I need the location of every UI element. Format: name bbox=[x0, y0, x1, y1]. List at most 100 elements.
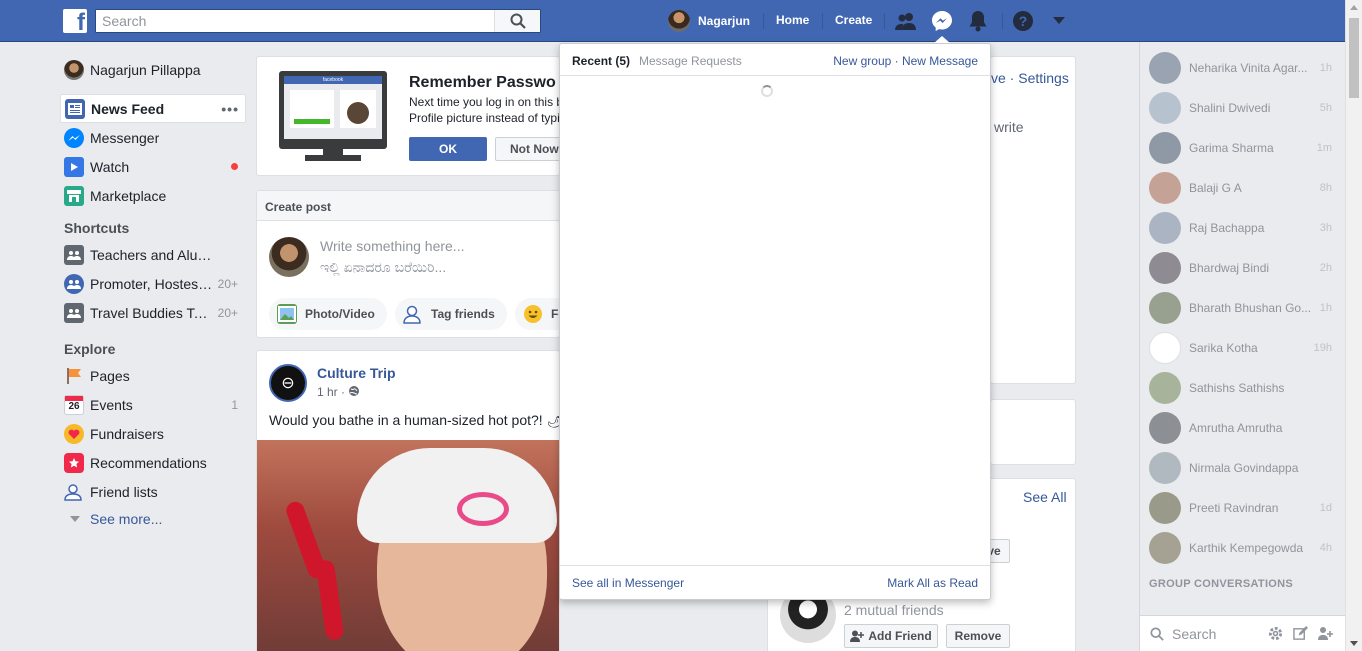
chat-contact[interactable]: Karthik Kempegowda 4h bbox=[1149, 532, 1345, 564]
add-friend-button[interactable]: Add Friend bbox=[844, 624, 938, 648]
sidebar-item-watch[interactable]: Watch bbox=[60, 152, 246, 181]
group-icon bbox=[64, 244, 84, 265]
see-more-link[interactable]: See more... bbox=[60, 506, 246, 532]
chat-search-input[interactable]: Search bbox=[1150, 626, 1216, 642]
right-column-card bbox=[990, 399, 1076, 465]
contact-name: Sathishs Sathishs bbox=[1189, 381, 1285, 395]
more-options-icon[interactable]: ••• bbox=[221, 101, 239, 117]
sidebar-item-label: Events bbox=[90, 396, 133, 413]
sidebar-item-friend-lists[interactable]: Friend lists bbox=[60, 477, 246, 506]
contact-name: Bhardwaj Bindi bbox=[1189, 261, 1270, 275]
tag-friends-button[interactable]: Tag friends bbox=[395, 298, 507, 330]
sidebar-item-shortcut[interactable]: Travel Buddies Talk... 20+ bbox=[60, 298, 246, 327]
facebook-logo-icon[interactable]: f bbox=[63, 9, 87, 33]
post-image[interactable] bbox=[257, 440, 559, 651]
gear-icon[interactable] bbox=[1268, 626, 1283, 641]
sidebar-item-news-feed[interactable]: News Feed ••• bbox=[60, 94, 246, 123]
nav-divider bbox=[763, 13, 764, 29]
profile-link[interactable]: Nagarjun bbox=[668, 10, 750, 32]
sidebar-item-label: Recommendations bbox=[90, 454, 207, 471]
chat-contact[interactable]: Shalini Dwivedi 5h bbox=[1149, 92, 1345, 124]
create-post-header: Create post bbox=[257, 191, 559, 221]
ok-button[interactable]: OK bbox=[409, 137, 487, 161]
contact-name: Garima Sharma bbox=[1189, 141, 1274, 155]
avatar bbox=[1149, 412, 1181, 444]
tab-message-requests[interactable]: Message Requests bbox=[639, 54, 742, 68]
mark-all-as-read-link[interactable]: Mark All as Read bbox=[887, 576, 978, 590]
sidebar-item-label: Promoter, Hostess... bbox=[90, 275, 214, 292]
post-composer-input[interactable]: Write something here... ಇಲ್ಲಿ ಏನಾದರೂ ಬರೆ… bbox=[320, 236, 464, 278]
remove-button[interactable]: Remove bbox=[946, 624, 1010, 648]
post-body-text: Would you bathe in a human-sized hot pot… bbox=[269, 412, 560, 428]
chat-contact[interactable]: Garima Sharma 1m bbox=[1149, 132, 1345, 164]
sidebar-item-fundraisers[interactable]: Fundraisers bbox=[60, 419, 246, 448]
last-active-time: 1h bbox=[1319, 302, 1332, 314]
new-message-compose-icon[interactable] bbox=[1293, 626, 1308, 641]
sidebar-item-label: Friend lists bbox=[90, 483, 158, 500]
messenger-icon[interactable] bbox=[930, 9, 954, 33]
last-active-time: 1d bbox=[1319, 502, 1332, 514]
avatar bbox=[1149, 52, 1181, 84]
notifications-bell-icon[interactable] bbox=[966, 9, 990, 33]
sidebar-item-marketplace[interactable]: Marketplace bbox=[60, 181, 246, 210]
sidebar-item-recommendations[interactable]: Recommendations bbox=[60, 448, 246, 477]
post-time-text: 1 hr · bbox=[317, 385, 349, 399]
post-timestamp[interactable]: 1 hr · bbox=[317, 385, 360, 399]
unread-count: 1 bbox=[231, 397, 238, 412]
remember-password-card: facebook Remember Passwo Next time you l… bbox=[256, 56, 565, 176]
search-input[interactable] bbox=[96, 10, 486, 32]
chat-contact[interactable]: Sathishs Sathishs bbox=[1149, 372, 1345, 404]
create-group-icon[interactable] bbox=[1318, 626, 1334, 641]
sidebar-item-messenger[interactable]: Messenger bbox=[60, 123, 246, 152]
chat-contact[interactable]: Raj Bachappa 3h bbox=[1149, 212, 1345, 244]
sidebar-item-events[interactable]: 26 Events 1 bbox=[60, 390, 246, 419]
chat-contact[interactable]: Sarika Kotha 19h bbox=[1149, 332, 1345, 364]
settings-link[interactable]: ve · Settings bbox=[991, 70, 1069, 86]
scroll-down-arrow-icon[interactable] bbox=[1350, 641, 1358, 646]
new-group-new-message-links[interactable]: New group · New Message bbox=[833, 54, 978, 68]
create-link[interactable]: Create bbox=[835, 13, 872, 27]
scrollbar-thumb[interactable] bbox=[1349, 18, 1359, 98]
composer-placeholder: Write something here... bbox=[320, 238, 465, 254]
sidebar-item-label: Pages bbox=[90, 367, 130, 384]
watch-icon bbox=[64, 156, 84, 177]
nav-divider bbox=[1002, 13, 1003, 29]
photo-video-button[interactable]: Photo/Video bbox=[269, 298, 387, 330]
chat-contact[interactable]: Amrutha Amrutha bbox=[1149, 412, 1345, 444]
tab-recent[interactable]: Recent (5) bbox=[572, 54, 630, 68]
page-scrollbar[interactable] bbox=[1345, 0, 1362, 651]
page-logo[interactable]: ⊖ bbox=[269, 364, 307, 402]
feed-post: ⊖ Culture Trip 1 hr · Would you bathe in… bbox=[256, 350, 560, 651]
scroll-up-arrow-icon[interactable] bbox=[1350, 5, 1358, 10]
search-button[interactable] bbox=[494, 10, 540, 32]
see-all-in-messenger-link[interactable]: See all in Messenger bbox=[572, 576, 684, 590]
sidebar-item-pages[interactable]: Pages bbox=[60, 361, 246, 390]
group-icon bbox=[64, 273, 84, 294]
sidebar-item-shortcut[interactable]: Teachers and Alum... bbox=[60, 240, 246, 269]
unread-count: 20+ bbox=[217, 276, 238, 291]
contact-name: Sarika Kotha bbox=[1189, 341, 1258, 355]
last-active-time: 8h bbox=[1319, 182, 1332, 194]
sidebar-item-profile[interactable]: Nagarjun Pillappa bbox=[60, 55, 246, 84]
chat-contact[interactable]: Bharath Bhushan Go... 1h bbox=[1149, 292, 1345, 324]
friend-requests-icon[interactable] bbox=[894, 9, 918, 33]
account-menu-chevron-down-icon[interactable] bbox=[1047, 9, 1071, 33]
chat-contact[interactable]: Balaji G A 8h bbox=[1149, 172, 1345, 204]
remember-line: Next time you log in on this b bbox=[409, 95, 559, 109]
help-question-icon[interactable]: ? bbox=[1011, 9, 1035, 33]
chat-tools bbox=[1268, 626, 1334, 641]
home-link[interactable]: Home bbox=[776, 13, 809, 27]
chat-contact[interactable]: Nirmala Govindappa bbox=[1149, 452, 1345, 484]
chat-contact[interactable]: Preeti Ravindran 1d bbox=[1149, 492, 1345, 524]
contact-name: Neharika Vinita Agar... bbox=[1189, 61, 1308, 75]
see-all-link[interactable]: See All bbox=[1023, 489, 1067, 505]
avatar bbox=[64, 59, 84, 80]
not-now-button[interactable]: Not Now bbox=[495, 137, 565, 161]
top-navigation-bar: f Nagarjun Home Create ? bbox=[0, 0, 1345, 42]
chat-contact[interactable]: Bhardwaj Bindi 2h bbox=[1149, 252, 1345, 284]
contact-name: Bharath Bhushan Go... bbox=[1189, 301, 1312, 315]
chat-contact[interactable]: Neharika Vinita Agar... 1h bbox=[1149, 52, 1345, 84]
sidebar-item-shortcut[interactable]: Promoter, Hostess... 20+ bbox=[60, 269, 246, 298]
search-icon bbox=[510, 13, 526, 29]
post-author-link[interactable]: Culture Trip bbox=[317, 365, 396, 381]
